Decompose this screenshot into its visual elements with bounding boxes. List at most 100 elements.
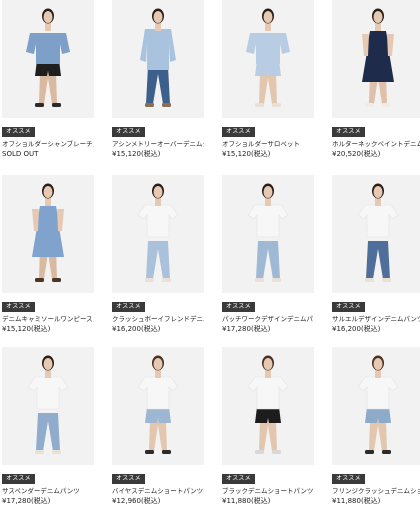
product-image[interactable] bbox=[2, 0, 94, 118]
model-top bbox=[137, 204, 179, 238]
product-name[interactable]: パッチワークデザインデニムパンツ bbox=[222, 315, 314, 324]
product-image[interactable] bbox=[112, 175, 204, 293]
model-face bbox=[373, 11, 383, 23]
model-jeans bbox=[146, 66, 170, 104]
model-face bbox=[373, 358, 383, 370]
model-shoe bbox=[52, 103, 61, 107]
product-price: ¥20,520(税込) bbox=[332, 150, 381, 158]
model-shoe bbox=[35, 278, 44, 282]
product-card[interactable]: オススメ アシンメトリーオーバーデニムシャツ ¥15,120(税込) bbox=[112, 0, 204, 159]
product-image[interactable] bbox=[332, 347, 420, 465]
product-image[interactable] bbox=[112, 347, 204, 465]
model-shoe bbox=[52, 278, 61, 282]
recommend-badge: オススメ bbox=[222, 127, 255, 137]
product-card[interactable]: オススメ サスペンダーデニムパンツ ¥17,280(税込) bbox=[2, 347, 94, 506]
model-shoe bbox=[162, 103, 171, 107]
model-top bbox=[26, 33, 70, 64]
product-image[interactable] bbox=[332, 0, 420, 118]
model-shoe bbox=[255, 278, 264, 282]
recommend-badge: オススメ bbox=[222, 302, 255, 312]
model-top bbox=[357, 376, 399, 410]
model-jeans bbox=[36, 413, 60, 451]
product-card[interactable]: オススメ ブラックデニムショートパンツ ¥11,880(税込) bbox=[222, 347, 314, 506]
model-shoe bbox=[365, 278, 374, 282]
model-legs bbox=[369, 419, 387, 451]
model-face bbox=[373, 186, 383, 198]
product-image[interactable] bbox=[332, 175, 420, 293]
product-image[interactable] bbox=[222, 175, 314, 293]
product-price: ¥17,280(税込) bbox=[222, 325, 271, 333]
model-face bbox=[43, 358, 53, 370]
product-name[interactable]: デニムキャミソールワンピース bbox=[2, 315, 94, 324]
product-card[interactable]: オススメ オフショルダーサロペット ¥15,120(税込) bbox=[222, 0, 314, 159]
model-top bbox=[38, 206, 58, 217]
product-card[interactable]: オススメ クラッシュボーイフレンドデニムパンツ ¥16,200(税込) bbox=[112, 175, 204, 334]
product-card[interactable]: オススメ バイヤスデニムショートパンツ ¥12,960(税込) bbox=[112, 347, 204, 506]
product-card[interactable]: オススメ フリンジクラッシュデニムショートパンツ ¥11,880(税込) bbox=[332, 347, 420, 506]
model-shoe bbox=[35, 103, 44, 107]
product-name[interactable]: オフショルダーシャンブレーチュニック bbox=[2, 140, 94, 149]
model-shoe bbox=[162, 450, 171, 454]
product-image[interactable] bbox=[222, 0, 314, 118]
recommend-badge: オススメ bbox=[112, 302, 145, 312]
model-top bbox=[27, 376, 69, 410]
product-name[interactable]: アシンメトリーオーバーデニムシャツ bbox=[112, 140, 204, 149]
recommend-badge: オススメ bbox=[2, 302, 35, 312]
model-shoe bbox=[255, 103, 264, 107]
product-price: ¥11,880(税込) bbox=[222, 497, 271, 505]
model-shoe bbox=[382, 450, 391, 454]
model-legs bbox=[149, 419, 167, 451]
model-jeans bbox=[256, 241, 280, 279]
product-image[interactable] bbox=[112, 0, 204, 118]
recommend-badge: オススメ bbox=[222, 474, 255, 484]
model-jeans bbox=[146, 241, 170, 279]
product-card[interactable]: オススメ デニムキャミソールワンピース ¥15,120(税込) bbox=[2, 175, 94, 334]
model-face bbox=[43, 186, 53, 198]
product-name[interactable]: サルエルデザインデニムパンツ bbox=[332, 315, 420, 324]
model-face bbox=[263, 186, 273, 198]
product-image[interactable] bbox=[222, 347, 314, 465]
model-legs bbox=[259, 419, 277, 451]
recommend-badge: オススメ bbox=[2, 127, 35, 137]
model-shoe bbox=[272, 278, 281, 282]
product-name[interactable]: バイヤスデニムショートパンツ bbox=[112, 487, 204, 496]
product-name[interactable]: オフショルダーサロペット bbox=[222, 140, 314, 149]
product-card[interactable]: オススメ パッチワークデザインデニムパンツ ¥17,280(税込) bbox=[222, 175, 314, 334]
product-name[interactable]: ホルターネックペイントデニムワンピース bbox=[332, 140, 420, 149]
product-name[interactable]: フリンジクラッシュデニムショートパンツ bbox=[332, 487, 420, 496]
model-face bbox=[43, 11, 53, 23]
model-face bbox=[153, 358, 163, 370]
product-price: ¥17,280(税込) bbox=[2, 497, 51, 505]
product-price: ¥15,120(税込) bbox=[112, 150, 161, 158]
model-jeans bbox=[366, 241, 390, 279]
product-price: ¥15,120(税込) bbox=[2, 325, 51, 333]
product-name[interactable]: ブラックデニムショートパンツ bbox=[222, 487, 314, 496]
product-card[interactable]: オススメ ホルターネックペイントデニムワンピース ¥20,520(税込) bbox=[332, 0, 420, 159]
model-face bbox=[263, 11, 273, 23]
model-shoe bbox=[382, 278, 391, 282]
recommend-badge: オススメ bbox=[112, 127, 145, 137]
product-name[interactable]: サスペンダーデニムパンツ bbox=[2, 487, 94, 496]
product-price: ¥16,200(税込) bbox=[332, 325, 381, 333]
model-face bbox=[263, 358, 273, 370]
model-face bbox=[153, 11, 163, 23]
model-top bbox=[246, 33, 290, 64]
model-shirt bbox=[140, 29, 176, 70]
product-card[interactable]: オススメ サルエルデザインデニムパンツ ¥16,200(税込) bbox=[332, 175, 420, 334]
product-price: SOLD OUT bbox=[2, 150, 39, 158]
model-shoe bbox=[272, 103, 281, 107]
model-top bbox=[247, 376, 289, 410]
product-price: ¥15,120(税込) bbox=[222, 150, 271, 158]
product-card[interactable]: オススメ オフショルダーシャンブレーチュニック SOLD OUT bbox=[2, 0, 94, 159]
product-image[interactable] bbox=[2, 175, 94, 293]
recommend-badge: オススメ bbox=[112, 474, 145, 484]
product-grid: オススメ オフショルダーシャンブレーチュニック SOLD OUT オススメ アシ… bbox=[0, 0, 420, 507]
model-top bbox=[357, 204, 399, 238]
product-image[interactable] bbox=[2, 347, 94, 465]
model-shoe bbox=[382, 103, 391, 107]
product-name[interactable]: クラッシュボーイフレンドデニムパンツ bbox=[112, 315, 204, 324]
model-shoe bbox=[145, 450, 154, 454]
model-legs bbox=[39, 72, 57, 104]
recommend-badge: オススメ bbox=[332, 127, 365, 137]
model-shoe bbox=[145, 103, 154, 107]
